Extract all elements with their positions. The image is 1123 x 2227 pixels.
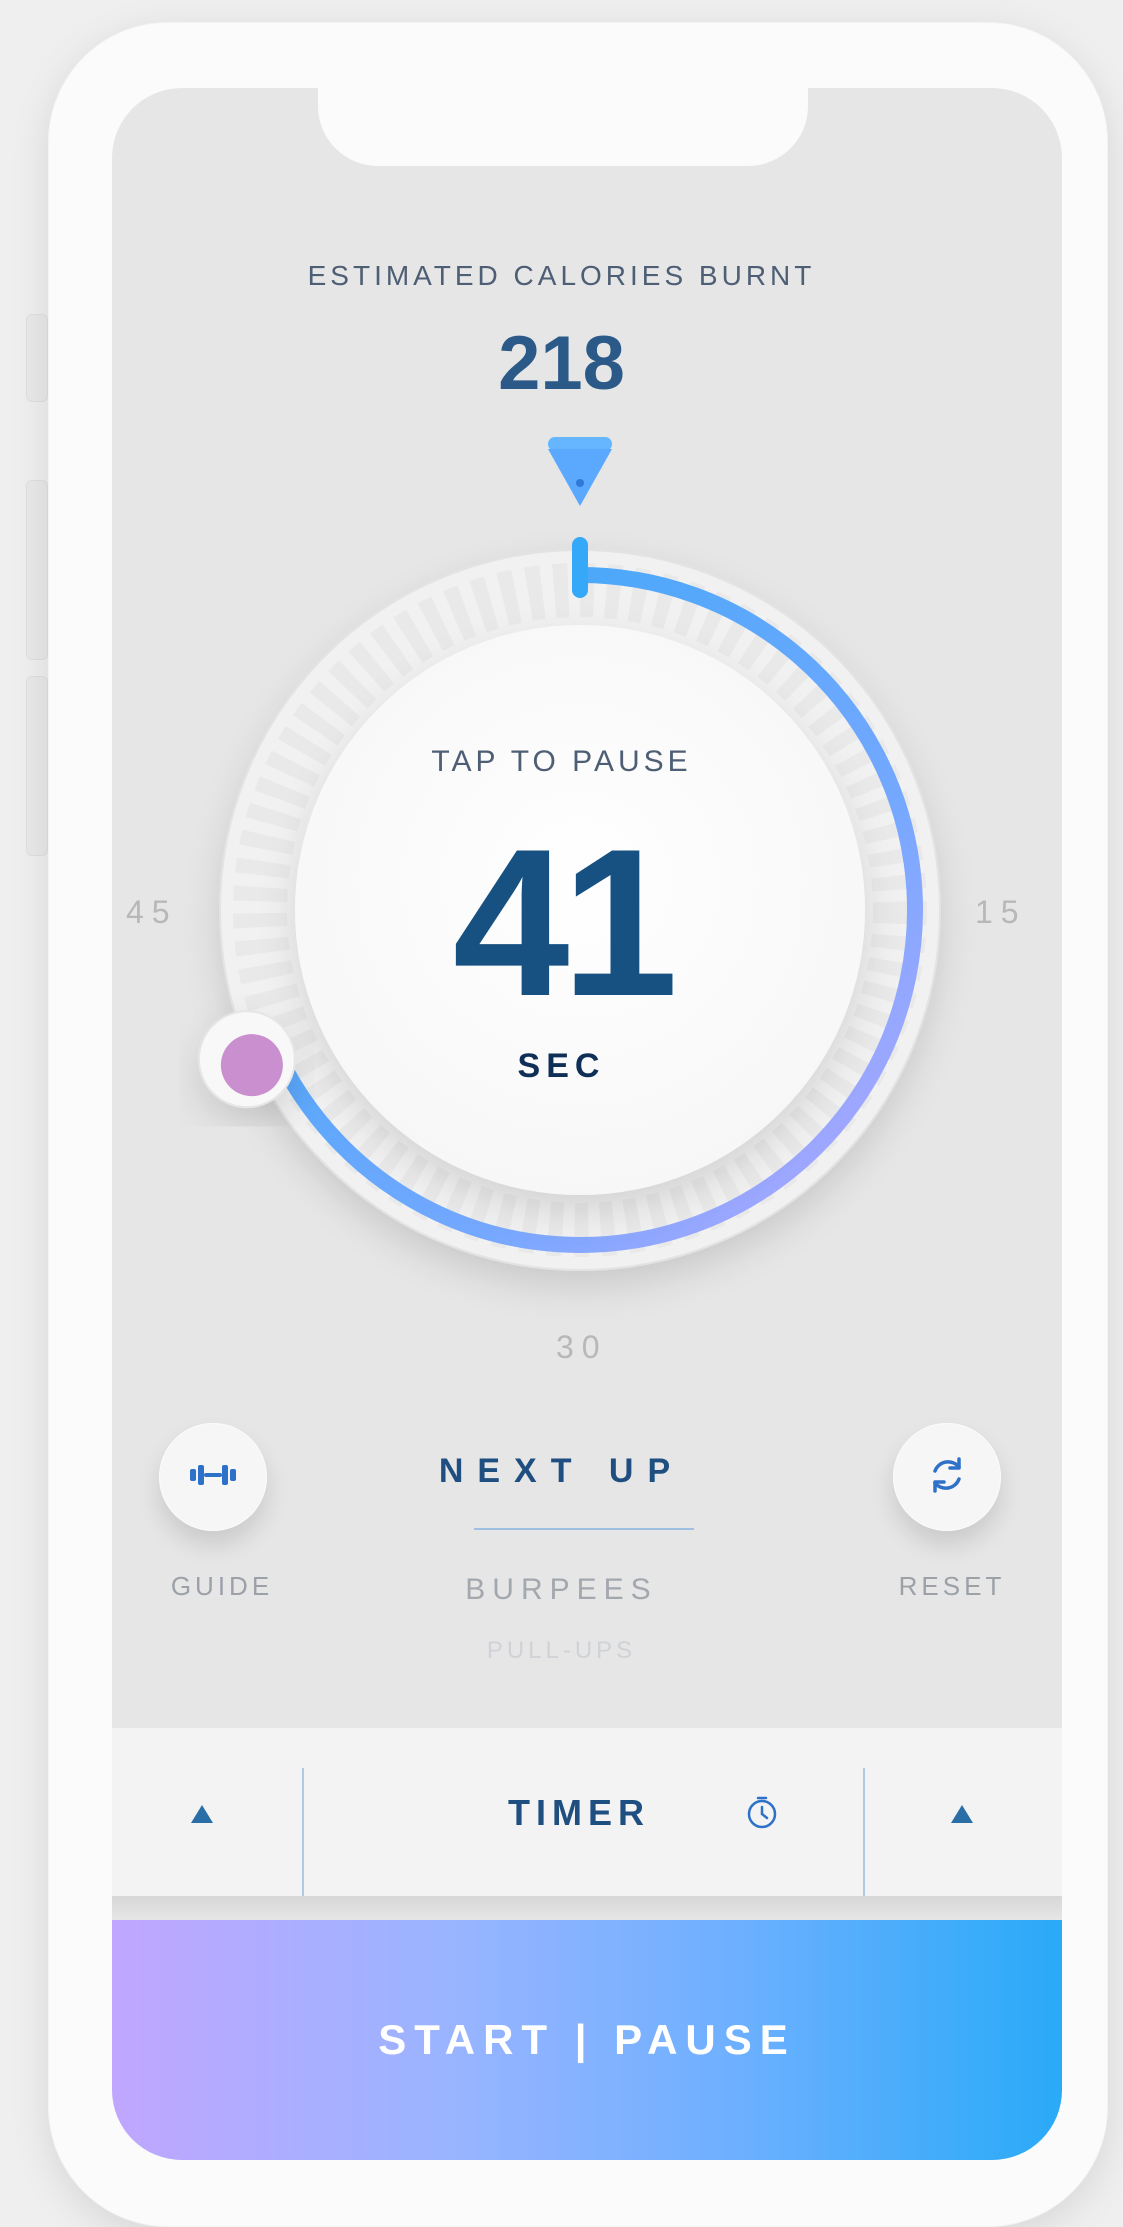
stopwatch-icon[interactable] bbox=[744, 1795, 780, 1836]
next-up-divider bbox=[474, 1528, 694, 1530]
dial-label-15: 15 bbox=[975, 894, 1027, 930]
timer-bar-separator-right bbox=[863, 1768, 865, 1896]
left-arrow-button[interactable] bbox=[180, 1792, 224, 1836]
dial-label-30: 30 bbox=[556, 1329, 608, 1365]
timer-dial[interactable] bbox=[0, 0, 1123, 1400]
next-up-item[interactable]: PULL-UPS bbox=[0, 1637, 1123, 1665]
timer-bar-separator-left bbox=[302, 1768, 304, 1896]
timer-mode-label[interactable]: TIMER bbox=[508, 1792, 650, 1834]
dial-label-45: 45 bbox=[126, 894, 178, 930]
timer-bar-shadow bbox=[112, 1896, 1062, 1920]
triangle-up-icon bbox=[191, 1805, 213, 1823]
next-up-title: NEXT UP bbox=[438, 1452, 685, 1490]
start-pointer-icon bbox=[548, 437, 612, 506]
start-pause-button[interactable]: START | PAUSE bbox=[112, 1920, 1062, 2160]
timer-unit-label: SEC bbox=[517, 1047, 606, 1085]
triangle-up-icon bbox=[951, 1805, 973, 1823]
start-pause-label: START | PAUSE bbox=[378, 2016, 796, 2063]
tap-to-pause-hint[interactable]: TAP TO PAUSE bbox=[0, 745, 1123, 779]
right-arrow-button[interactable] bbox=[940, 1792, 984, 1836]
next-up-item[interactable]: BURPEES bbox=[0, 1573, 1123, 1607]
